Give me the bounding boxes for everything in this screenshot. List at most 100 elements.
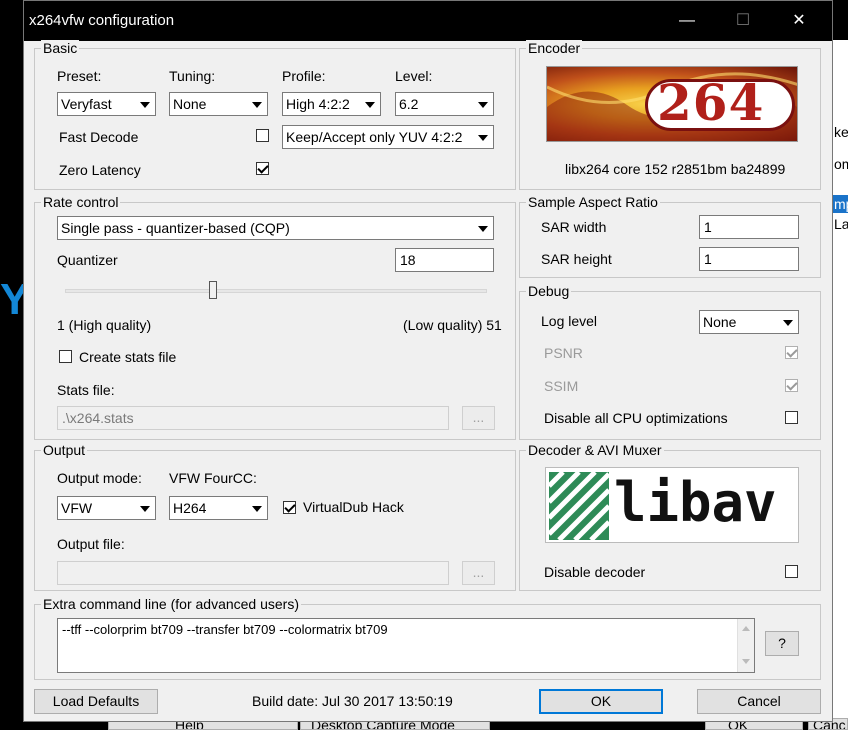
level-dropdown[interactable]: 6.2 bbox=[395, 92, 494, 116]
create-stats-checkbox[interactable] bbox=[59, 350, 72, 363]
tuning-value: None bbox=[173, 96, 207, 112]
chevron-down-icon bbox=[136, 498, 154, 518]
rate-control-group-title: Rate control bbox=[41, 194, 121, 210]
log-level-dropdown[interactable]: None bbox=[699, 310, 799, 334]
help-button[interactable]: ? bbox=[765, 631, 799, 656]
disable-cpu-checkbox[interactable] bbox=[785, 411, 798, 424]
sar-width-input[interactable]: 1 bbox=[699, 215, 799, 239]
sar-height-label: SAR height bbox=[541, 251, 612, 267]
fourcc-dropdown[interactable]: H264 bbox=[169, 496, 268, 520]
preset-dropdown[interactable]: Veryfast bbox=[57, 92, 156, 116]
output-mode-label: Output mode: bbox=[57, 470, 142, 486]
close-button[interactable]: ✕ bbox=[776, 1, 822, 41]
ssim-checkbox[interactable] bbox=[785, 379, 798, 392]
quantizer-slider[interactable] bbox=[65, 289, 487, 293]
output-group-title: Output bbox=[41, 442, 88, 458]
fourcc-value: H264 bbox=[173, 500, 207, 516]
maximize-button[interactable]: ☐ bbox=[720, 1, 766, 41]
preset-value: Veryfast bbox=[61, 96, 112, 112]
disable-cpu-label: Disable all CPU optimizations bbox=[544, 410, 728, 426]
stats-file-input[interactable]: .\x264.stats bbox=[57, 406, 449, 430]
basic-group: Basic Preset: Tuning: Profile: Level: Ve… bbox=[34, 40, 516, 190]
fourcc-label: VFW FourCC: bbox=[169, 470, 257, 486]
disable-decoder-label: Disable decoder bbox=[544, 564, 646, 580]
ok-button[interactable]: OK bbox=[539, 689, 663, 714]
sar-group-title: Sample Aspect Ratio bbox=[526, 194, 660, 210]
preset-label: Preset: bbox=[57, 68, 102, 84]
x264-logo-text: 264 bbox=[657, 73, 765, 132]
zero-latency-checkbox[interactable] bbox=[256, 162, 269, 175]
textarea-scrollbar[interactable] bbox=[737, 619, 754, 672]
x264-logo: 264 bbox=[546, 66, 798, 142]
background-text: La bbox=[834, 216, 848, 232]
fast-decode-label: Fast Decode bbox=[59, 129, 139, 145]
encoder-version: libx264 core 152 r2851bm ba24899 bbox=[565, 161, 786, 177]
log-level-label: Log level bbox=[541, 313, 598, 329]
extra-command-group: Extra command line (for advanced users) … bbox=[34, 596, 821, 680]
encoder-group-title: Encoder bbox=[526, 40, 583, 56]
debug-group: Debug Log level None PSNR SSIM Disable a… bbox=[519, 283, 821, 440]
low-quality-label: (Low quality) 51 bbox=[403, 317, 502, 333]
title-bar: x264vfw configuration — ☐ ✕ bbox=[24, 1, 832, 41]
level-label: Level: bbox=[395, 68, 433, 84]
chevron-down-icon bbox=[136, 94, 154, 114]
rate-control-group: Rate control Single pass - quantizer-bas… bbox=[34, 194, 516, 440]
output-file-input[interactable] bbox=[57, 561, 449, 585]
config-dialog: x264vfw configuration — ☐ ✕ Basic Preset… bbox=[23, 0, 833, 722]
fast-decode-checkbox[interactable] bbox=[256, 129, 269, 142]
create-stats-label: Create stats file bbox=[79, 349, 177, 365]
libav-logo: libav bbox=[545, 467, 799, 543]
build-date: Build date: Jul 30 2017 13:50:19 bbox=[252, 693, 453, 709]
ssim-label: SSIM bbox=[544, 378, 579, 394]
sar-width-label: SAR width bbox=[541, 219, 607, 235]
debug-group-title: Debug bbox=[526, 283, 572, 299]
tuning-dropdown[interactable]: None bbox=[169, 92, 268, 116]
chevron-down-icon bbox=[474, 94, 492, 114]
decoder-group: Decoder & AVI Muxer libav Disable decode… bbox=[519, 442, 821, 591]
output-group: Output Output mode: VFW FourCC: VFW H264… bbox=[34, 442, 516, 591]
decoder-group-title: Decoder & AVI Muxer bbox=[526, 442, 664, 458]
output-browse-button[interactable]: ... bbox=[462, 561, 495, 585]
encoder-group: Encoder 264 libx264 core 152 r2851bm ba2… bbox=[519, 40, 821, 190]
quantizer-slider-thumb[interactable] bbox=[208, 281, 217, 299]
scroll-down-icon[interactable] bbox=[742, 659, 750, 664]
profile-label: Profile: bbox=[282, 68, 326, 84]
high-quality-label: 1 (High quality) bbox=[57, 317, 152, 333]
background-text: mp bbox=[834, 196, 848, 212]
virtualdub-hack-label: VirtualDub Hack bbox=[303, 499, 404, 515]
rate-control-mode-value: Single pass - quantizer-based (CQP) bbox=[61, 220, 290, 236]
load-defaults-button[interactable]: Load Defaults bbox=[34, 689, 158, 714]
zero-latency-label: Zero Latency bbox=[59, 162, 141, 178]
cancel-button[interactable]: Cancel bbox=[697, 689, 821, 714]
sar-group: Sample Aspect Ratio SAR width 1 SAR heig… bbox=[519, 194, 821, 278]
profile-value: High 4:2:2 bbox=[286, 96, 350, 112]
disable-decoder-checkbox[interactable] bbox=[785, 565, 798, 578]
chevron-down-icon bbox=[248, 498, 266, 518]
minimize-button[interactable]: — bbox=[664, 1, 710, 41]
quantizer-input[interactable]: 18 bbox=[395, 248, 494, 272]
colorspace-dropdown[interactable]: Keep/Accept only YUV 4:2:2 bbox=[282, 125, 494, 149]
output-mode-dropdown[interactable]: VFW bbox=[57, 496, 156, 520]
scroll-up-icon[interactable] bbox=[742, 626, 750, 631]
rate-control-mode-dropdown[interactable]: Single pass - quantizer-based (CQP) bbox=[57, 216, 494, 240]
chevron-down-icon bbox=[248, 94, 266, 114]
output-file-label: Output file: bbox=[57, 536, 125, 552]
sar-height-input[interactable]: 1 bbox=[699, 247, 799, 271]
libav-logo-text: libav bbox=[614, 471, 777, 534]
virtualdub-hack-checkbox[interactable] bbox=[283, 501, 296, 514]
quantizer-label: Quantizer bbox=[57, 252, 118, 268]
extra-command-group-title: Extra command line (for advanced users) bbox=[41, 596, 301, 612]
psnr-label: PSNR bbox=[544, 345, 583, 361]
log-level-value: None bbox=[703, 314, 737, 330]
profile-dropdown[interactable]: High 4:2:2 bbox=[282, 92, 381, 116]
output-mode-value: VFW bbox=[61, 500, 93, 516]
stats-browse-button[interactable]: ... bbox=[462, 406, 495, 430]
colorspace-value: Keep/Accept only YUV 4:2:2 bbox=[286, 129, 463, 145]
tuning-label: Tuning: bbox=[169, 68, 216, 84]
extra-command-textarea[interactable]: --tff --colorprim bt709 --transfer bt709… bbox=[57, 618, 755, 673]
window-title: x264vfw configuration bbox=[29, 12, 175, 29]
basic-group-title: Basic bbox=[41, 40, 80, 56]
chevron-down-icon bbox=[474, 127, 492, 147]
psnr-checkbox[interactable] bbox=[785, 346, 798, 359]
background-text: key bbox=[834, 124, 848, 140]
